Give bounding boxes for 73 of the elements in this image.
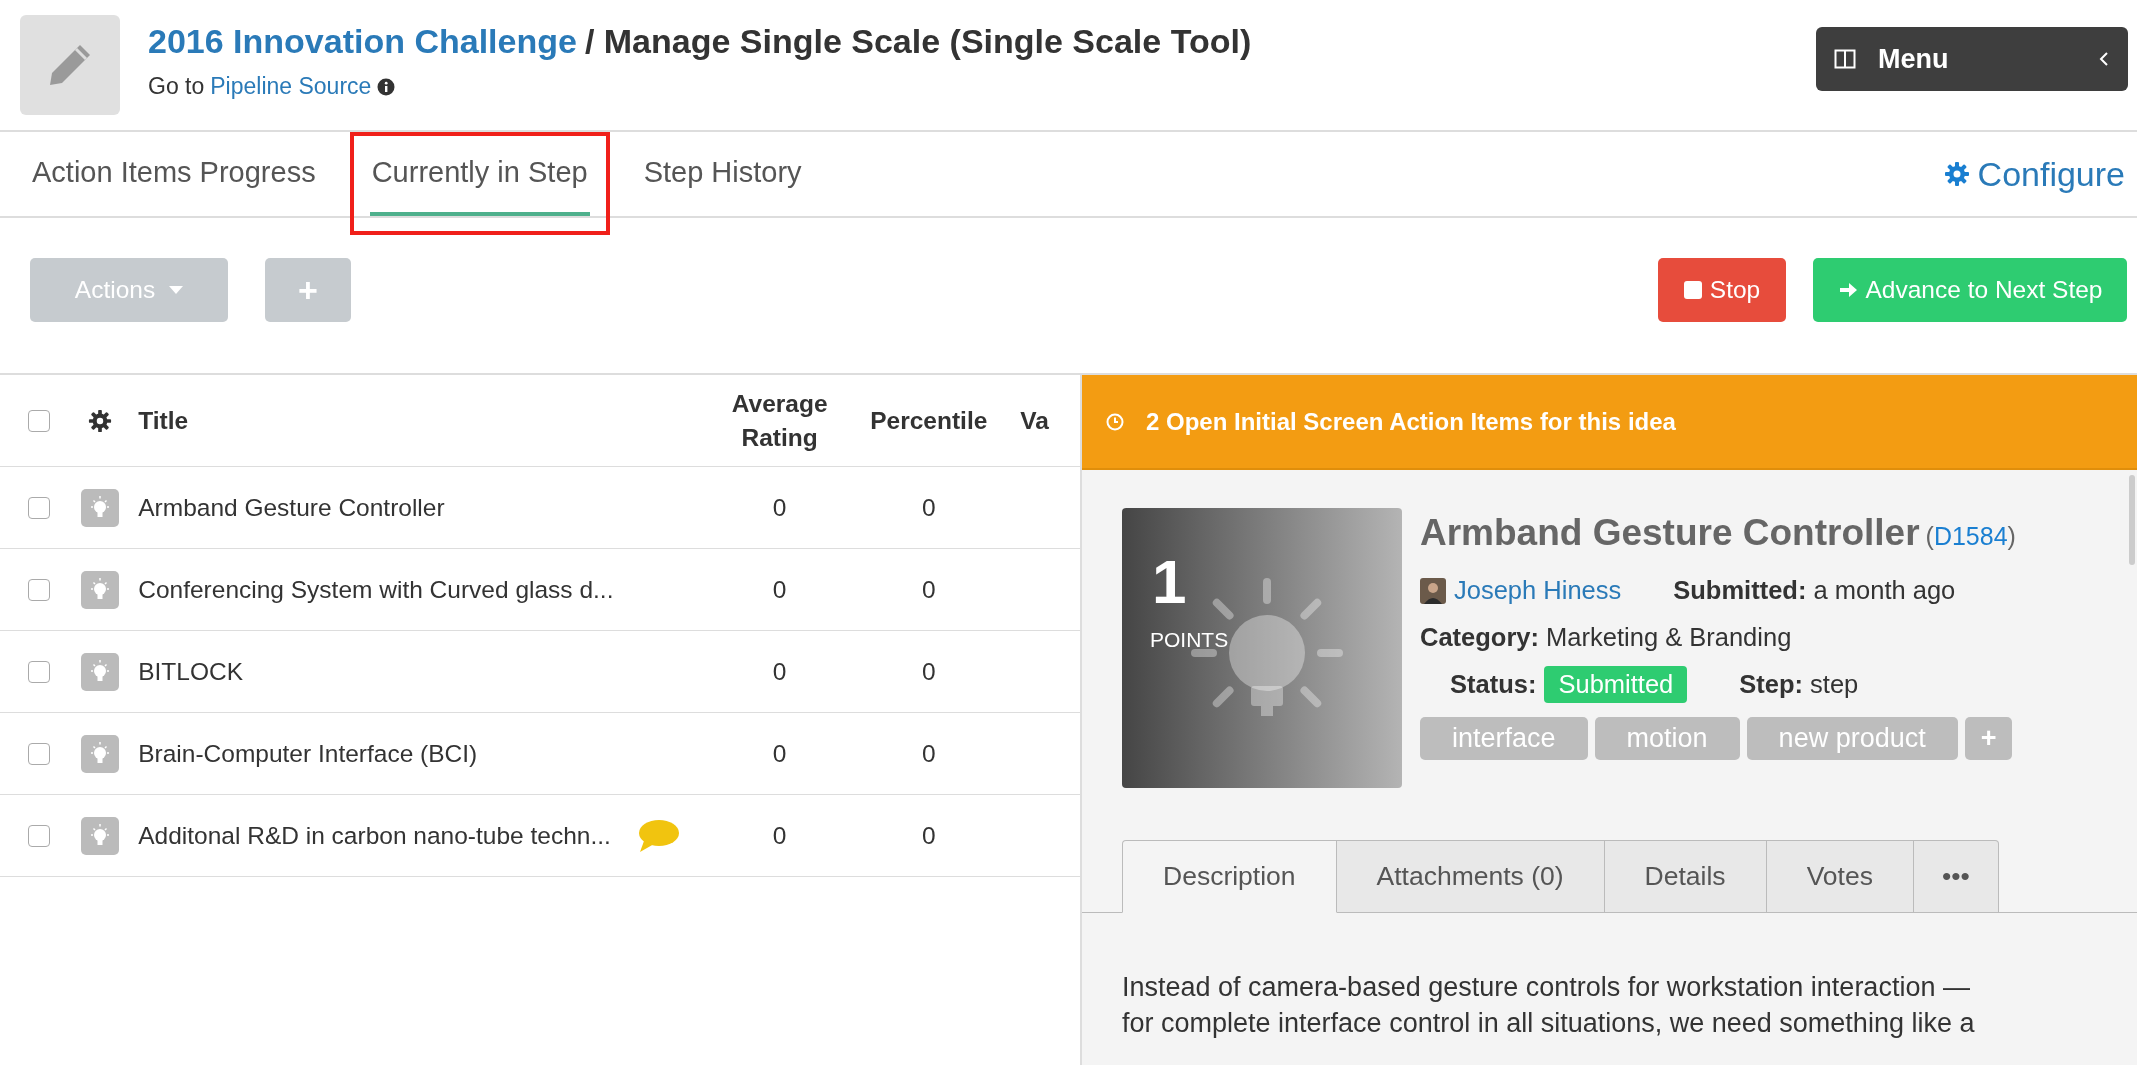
checkbox[interactable] <box>27 578 50 601</box>
avatar <box>1420 577 1446 604</box>
tab[interactable]: Action Items Progress <box>30 132 318 216</box>
table-cell: 0 <box>921 493 936 521</box>
lightbulb-icon <box>81 570 120 609</box>
idea-title[interactable]: Conferencing System with Curved glass d... <box>138 575 614 604</box>
pipeline-source-link[interactable]: Pipeline Source <box>210 73 372 100</box>
table-cell: 0 <box>772 493 787 521</box>
checkbox[interactable] <box>27 742 50 765</box>
tab[interactable]: Description <box>1122 840 1337 913</box>
goto-label: Go to <box>148 73 205 100</box>
lightbulb-icon <box>81 816 120 855</box>
idea-title: Armband Gesture Controller <box>1420 512 1920 553</box>
checkbox[interactable] <box>27 660 50 683</box>
status-label: Status: <box>1450 670 1537 699</box>
submitted-text: Submitted: a month ago <box>1673 576 1956 605</box>
table-cell: 0 <box>772 821 787 849</box>
idea-title[interactable]: BITLOCK <box>138 657 244 686</box>
stop-button[interactable]: Stop <box>1658 258 1786 322</box>
caret-icon <box>169 286 184 294</box>
lightbulb-icon <box>81 652 120 691</box>
comment-icon[interactable] <box>638 818 680 853</box>
lightbulb-icon <box>81 734 120 773</box>
paren: ) <box>2007 522 2016 550</box>
info-icon[interactable] <box>377 77 396 96</box>
idea-title[interactable]: Brain-Computer Interface (BCI) <box>138 739 478 768</box>
checkbox[interactable] <box>27 496 50 519</box>
columns-icon <box>1834 48 1856 70</box>
tab[interactable]: Step History <box>641 132 804 216</box>
description-text: Instead of camera-based gesture controls for workstation interaction — <box>1122 970 1970 1004</box>
settings-icon[interactable] <box>88 408 113 433</box>
arrow-right-icon <box>1837 281 1858 299</box>
tab[interactable]: Attachments (0) <box>1336 840 1605 913</box>
author-link[interactable]: Joseph Hiness <box>1454 576 1622 605</box>
table-cell: 0 <box>772 575 787 603</box>
column-header[interactable]: Percentile <box>870 406 988 434</box>
column-header[interactable]: Title <box>138 406 189 435</box>
step-text: Step: step <box>1739 670 1859 699</box>
table-cell: 0 <box>921 657 936 685</box>
menu-button[interactable]: Menu <box>1816 27 2128 91</box>
column-header[interactable]: Average Rating <box>729 386 830 455</box>
lightbulb-icon <box>81 488 120 527</box>
status-badge: Submitted <box>1544 666 1688 703</box>
tab[interactable]: Currently in Step <box>369 132 590 216</box>
chevron-left-icon <box>2098 51 2110 67</box>
table-cell: 0 <box>772 657 787 685</box>
clock-icon <box>1106 412 1124 431</box>
tab[interactable]: Votes <box>1766 840 1914 913</box>
idea-title[interactable]: Additonal R&D in carbon nano-tube techn... <box>138 821 611 850</box>
scrollbar[interactable] <box>2129 475 2135 565</box>
configure-link[interactable]: Configure <box>1943 132 2125 216</box>
edit-icon <box>20 15 120 115</box>
tab[interactable]: Details <box>1604 840 1767 913</box>
checkbox[interactable] <box>27 824 50 847</box>
settings-icon <box>1943 161 1970 187</box>
alert-text: 2 Open Initial Screen Action Items for this idea <box>1146 407 1676 436</box>
stop-icon <box>1683 281 1702 299</box>
checkbox[interactable] <box>27 409 50 432</box>
column-header[interactable]: Va <box>1020 406 1049 434</box>
table-cell: 0 <box>921 575 936 603</box>
tab[interactable]: ••• <box>1913 840 1999 913</box>
table-cell: 0 <box>772 739 787 767</box>
category-text: Category: Marketing & Branding <box>1420 623 1792 652</box>
description-text: for complete interface control in all situations, we need something like a <box>1122 1006 1975 1040</box>
table-cell: 0 <box>921 821 936 849</box>
challenge-link[interactable]: 2016 Innovation Challenge <box>148 22 577 60</box>
idea-id-link[interactable]: D1584 <box>1933 522 2008 550</box>
page-title: / Manage Single Scale (Single Scale Tool) <box>584 22 1252 60</box>
points-value: 1 <box>1152 546 1187 617</box>
table-cell: 0 <box>921 739 936 767</box>
idea-title[interactable]: Armband Gesture Controller <box>138 493 445 522</box>
points-label: POINTS <box>1150 628 1229 652</box>
paren: ( <box>1925 522 1934 550</box>
